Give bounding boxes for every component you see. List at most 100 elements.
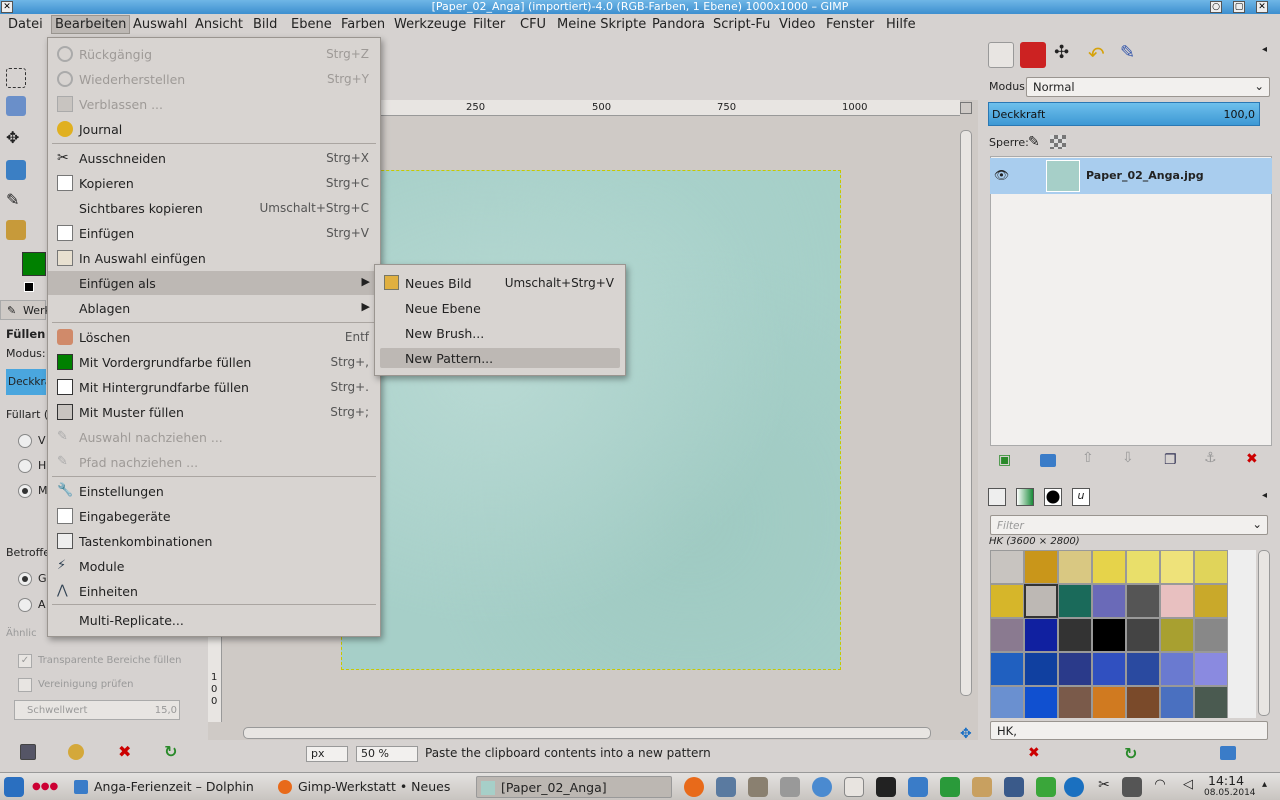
refresh-patterns-icon[interactable]: ↻ [1124, 744, 1137, 763]
undo-history-tab-icon[interactable]: ↶ [1088, 42, 1114, 68]
clock-time[interactable]: 14:14 [1208, 773, 1244, 788]
task-gimp[interactable]: [Paper_02_Anga] (importiert)- [476, 776, 672, 798]
menu-item-paste-into[interactable]: In Auswahl einfügen [48, 246, 380, 270]
affected-selection-radio[interactable] [18, 572, 32, 586]
lock-pixels-icon[interactable]: ✎ [1028, 134, 1040, 150]
menu-item-multi-replicate[interactable]: Multi-Replicate... [48, 608, 380, 632]
vertical-scrollbar[interactable] [960, 130, 972, 696]
merged-checkbox[interactable] [18, 678, 32, 692]
menu-cfu[interactable]: CFU [520, 17, 546, 32]
gimp-launcher-icon[interactable] [748, 777, 768, 797]
layers-tab-icon[interactable] [988, 42, 1014, 68]
kde-menu-icon[interactable] [4, 777, 24, 797]
window-close-icon[interactable]: ✕ [1256, 1, 1268, 13]
layer-mode-select[interactable]: Normal ⌄ [1026, 77, 1270, 97]
close-icon[interactable]: ✕ [1, 1, 13, 13]
submenu-item-new-layer[interactable]: Neue Ebene [380, 298, 620, 318]
menu-fenster[interactable]: Fenster [826, 17, 874, 32]
pattern-filter-input[interactable]: Filter ⌄ [990, 515, 1268, 535]
menu-script-fu[interactable]: Script-Fu [713, 17, 770, 32]
menu-item-stroke-path[interactable]: ✎ Pfad nachziehen ... [48, 450, 380, 474]
menu-item-copy[interactable]: Kopieren Strg+C [48, 171, 380, 195]
horizontal-scrollbar[interactable] [243, 727, 931, 739]
gradients-tab-icon[interactable] [1016, 488, 1034, 506]
display-icon[interactable] [1004, 777, 1024, 797]
eye-icon[interactable]: 👁 [994, 168, 1009, 182]
task-dolphin[interactable]: Anga-Ferienzeit – Dolphin [70, 776, 268, 798]
brushes-tab-icon[interactable]: ✎ [1120, 42, 1146, 68]
menu-datei[interactable]: Datei [8, 17, 43, 32]
menu-item-journal[interactable]: Journal [48, 117, 380, 141]
files-icon[interactable] [908, 777, 928, 797]
menu-auswahl[interactable]: Auswahl [133, 17, 187, 32]
raise-layer-icon[interactable]: ⇧ [1082, 450, 1094, 466]
delete-pattern-icon[interactable]: ✖ [1028, 745, 1040, 761]
fg-bg-tab-icon[interactable] [988, 488, 1006, 506]
menu-item-paste-as[interactable]: Einfügen als ▶ [48, 271, 380, 295]
anchor-layer-icon[interactable]: ⚓ [1204, 450, 1217, 466]
hp-icon[interactable] [1064, 777, 1084, 797]
scissors-tray-icon[interactable]: ✂ [1094, 777, 1114, 797]
menu-hilfe[interactable]: Hilfe [886, 17, 916, 32]
package-icon[interactable] [972, 777, 992, 797]
submenu-item-new-pattern[interactable]: New Pattern... [380, 348, 620, 368]
pattern-tags-input[interactable]: HK, [990, 721, 1268, 740]
image-canvas[interactable] [341, 170, 841, 670]
menu-item-paste[interactable]: Einfügen Strg+V [48, 221, 380, 245]
task-firefox[interactable]: Gimp-Werkstatt • Neues Them [274, 776, 470, 798]
volume-icon[interactable]: ◁ [1178, 777, 1198, 797]
tool-options-tab[interactable]: ✎ Werk [0, 300, 51, 320]
foreground-color-swatch[interactable] [22, 252, 46, 276]
tray-expand-icon[interactable]: ▴ [1262, 779, 1267, 790]
delete-options-icon[interactable]: ✖ [118, 742, 131, 761]
menu-filter[interactable]: Filter [473, 17, 505, 32]
menu-item-modules[interactable]: ⚡ Module [48, 554, 380, 578]
menu-item-fill-fg[interactable]: Mit Vordergrundfarbe füllen Strg+, [48, 350, 380, 374]
pattern-scrollbar[interactable] [1258, 550, 1270, 716]
maximize-icon[interactable]: ▢ [1233, 1, 1245, 13]
menu-farben[interactable]: Farben [341, 17, 385, 32]
zoom-image-icon[interactable] [960, 102, 972, 114]
menu-item-copy-visible[interactable]: Sichtbares kopieren Umschalt+Strg+C [48, 196, 380, 220]
menu-video[interactable]: Video [779, 17, 815, 32]
fill-pattern-radio[interactable] [18, 484, 32, 498]
align-tool-icon[interactable] [6, 160, 26, 180]
new-layer-icon[interactable]: ▣ [998, 452, 1011, 468]
move-tool-icon[interactable]: ✥ [6, 128, 26, 148]
menu-item-fade[interactable]: Verblassen ... [48, 92, 380, 116]
menu-meine-skripte[interactable]: Meine Skripte [557, 17, 646, 32]
delete-layer-icon[interactable]: ✖ [1246, 451, 1258, 467]
paintbrush-tool-icon[interactable]: ✎ [6, 190, 26, 210]
duplicate-layer-icon[interactable]: ❐ [1164, 452, 1177, 468]
save-options-icon[interactable] [20, 744, 36, 760]
menu-item-redo[interactable]: Wiederherstellen Strg+Y [48, 67, 380, 91]
thunderbird-icon[interactable] [716, 777, 736, 797]
pattern-grid[interactable] [990, 550, 1256, 718]
rect-select-tool-icon[interactable] [6, 68, 26, 88]
menu-item-fill-bg[interactable]: Mit Hintergrundfarbe füllen Strg+. [48, 375, 380, 399]
menu-item-input-devices[interactable]: Eingabegeräte [48, 504, 380, 528]
menu-bild[interactable]: Bild [253, 17, 277, 32]
affected-similar-radio[interactable] [18, 598, 32, 612]
menu-werkzeuge[interactable]: Werkzeuge [394, 17, 466, 32]
default-colors-icon[interactable] [24, 282, 34, 292]
reset-options-icon[interactable]: ↻ [164, 742, 177, 761]
menu-ansicht[interactable]: Ansicht [195, 17, 243, 32]
wifi-icon[interactable]: ◠ [1150, 777, 1170, 797]
document-icon[interactable] [844, 777, 864, 797]
menu-item-preferences[interactable]: 🔧 Einstellungen [48, 479, 380, 503]
menu-ebene[interactable]: Ebene [291, 17, 332, 32]
bucket-fill-tool-icon[interactable] [6, 220, 26, 240]
menu-item-clear[interactable]: Löschen Entf [48, 325, 380, 349]
submenu-item-new-brush[interactable]: New Brush... [380, 323, 620, 343]
browser-icon[interactable] [812, 777, 832, 797]
paths-tab-icon[interactable]: ✣ [1054, 42, 1080, 68]
terminal-icon[interactable] [876, 777, 896, 797]
menu-item-buffer[interactable]: Ablagen ▶ [48, 296, 380, 320]
panel-menu-icon-2[interactable]: ◂ [1262, 490, 1267, 501]
threshold-slider[interactable]: Schwellwert 15,0 [14, 700, 180, 720]
opacity-slider[interactable]: Deckkra [6, 369, 46, 395]
activities-icon[interactable]: ●●● [32, 781, 58, 792]
patterns-tab-icon[interactable] [1044, 488, 1062, 506]
menu-item-units[interactable]: ⋀ Einheiten [48, 579, 380, 603]
